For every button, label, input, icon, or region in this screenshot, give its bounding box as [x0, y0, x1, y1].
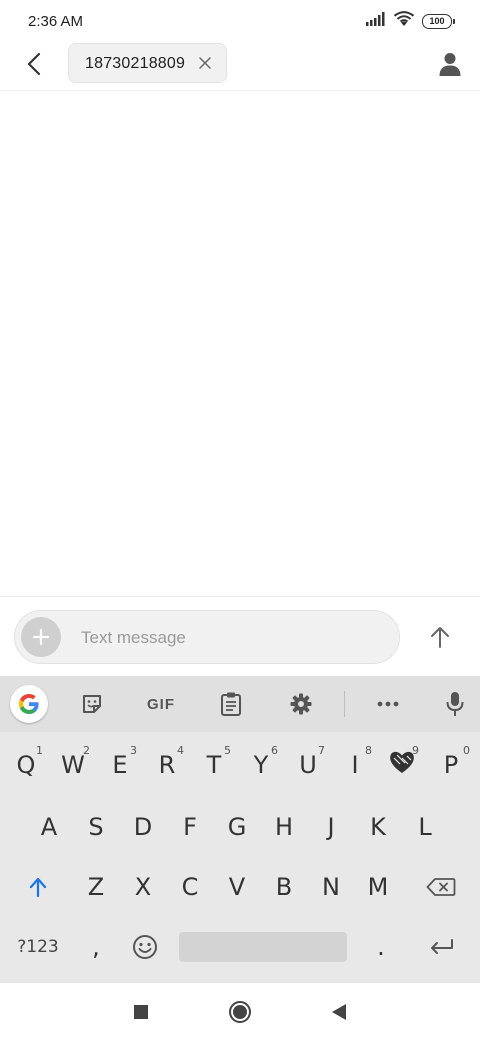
toolbar-divider: [344, 691, 345, 717]
microphone-icon: [446, 692, 464, 716]
key-w[interactable]: W 2: [50, 740, 96, 790]
key-f[interactable]: F: [167, 802, 213, 852]
battery-icon: 100: [422, 13, 455, 29]
home-button[interactable]: [225, 997, 255, 1027]
comma-key[interactable]: ,: [73, 922, 119, 972]
key-z[interactable]: Z: [73, 862, 119, 912]
keyboard: GIF Q 1 W 2 E 3 R 4 T 5 Y 6 U 7 I 8 9 P …: [0, 676, 480, 982]
signal-icon: [366, 11, 386, 31]
more-icon: [377, 701, 399, 707]
period-key[interactable]: .: [358, 922, 404, 972]
message-input[interactable]: [79, 625, 383, 651]
recipient-number: 18730218809: [85, 55, 186, 72]
key-t[interactable]: T 5: [191, 740, 237, 790]
sticker-button[interactable]: [74, 686, 110, 722]
key-h[interactable]: H: [261, 802, 307, 852]
clipboard-button[interactable]: [213, 686, 249, 722]
sticker-icon: [83, 695, 101, 713]
backspace-icon: [426, 878, 456, 896]
chevron-left-icon: [27, 52, 41, 76]
spacebar[interactable]: [179, 932, 347, 962]
key-c[interactable]: C: [167, 862, 213, 912]
send-button[interactable]: [420, 617, 460, 657]
status-time: 2:36 AM: [28, 13, 84, 30]
emoji-key[interactable]: [120, 922, 170, 972]
key-e[interactable]: E 3: [97, 740, 143, 790]
key-m[interactable]: M: [355, 862, 401, 912]
enter-key[interactable]: [408, 922, 476, 972]
attach-button[interactable]: [21, 617, 61, 657]
wifi-icon: [393, 10, 415, 32]
conversation-header: 18730218809: [0, 40, 480, 91]
key-v[interactable]: V: [214, 862, 260, 912]
key-y[interactable]: Y 6: [238, 740, 284, 790]
key-i[interactable]: I 8: [332, 740, 378, 790]
key-x[interactable]: X: [120, 862, 166, 912]
key-k[interactable]: K: [355, 802, 401, 852]
enter-icon: [431, 939, 453, 954]
key-a[interactable]: A: [26, 802, 72, 852]
back-button[interactable]: [18, 48, 50, 80]
close-icon: [199, 57, 211, 69]
google-icon: [19, 694, 39, 714]
key-p[interactable]: P 0: [426, 740, 476, 790]
composer-bar: [0, 596, 480, 677]
key-l[interactable]: L: [402, 802, 448, 852]
backspace-key[interactable]: [406, 862, 476, 912]
status-bar: 2:36 AM 100: [0, 0, 480, 40]
settings-button[interactable]: [283, 686, 319, 722]
gif-icon: GIF: [147, 695, 175, 713]
back-nav-button[interactable]: [324, 997, 354, 1027]
shift-key[interactable]: [4, 862, 72, 912]
key-o[interactable]: 9: [379, 740, 425, 790]
system-navigation-bar: [0, 982, 480, 1041]
recents-button[interactable]: [126, 997, 156, 1027]
emoji-icon: [133, 935, 157, 959]
home-circle-icon: [229, 1001, 251, 1023]
person-icon: [439, 53, 461, 76]
key-j[interactable]: J: [308, 802, 354, 852]
remove-recipient-button[interactable]: [198, 56, 212, 70]
key-n[interactable]: N: [308, 862, 354, 912]
plus-icon: [32, 628, 50, 646]
keyboard-toolbar: GIF: [0, 676, 480, 732]
compose-box: [14, 610, 400, 664]
gear-icon: [290, 693, 312, 715]
key-r[interactable]: R 4: [144, 740, 190, 790]
key-g[interactable]: G: [214, 802, 260, 852]
status-icons: 100: [366, 10, 455, 32]
key-q[interactable]: Q 1: [3, 740, 49, 790]
key-u[interactable]: U 7: [285, 740, 331, 790]
gif-button[interactable]: GIF: [141, 686, 181, 722]
google-button[interactable]: [10, 685, 48, 723]
more-button[interactable]: [370, 686, 406, 722]
key-b[interactable]: B: [261, 862, 307, 912]
key-d[interactable]: D: [120, 802, 166, 852]
message-list: [0, 91, 480, 596]
square-icon: [134, 1005, 148, 1019]
triangle-back-icon: [332, 1004, 346, 1020]
key-s[interactable]: S: [73, 802, 119, 852]
voice-input-button[interactable]: [437, 686, 473, 722]
shift-arrow-icon: [29, 877, 47, 898]
contact-button[interactable]: [434, 48, 466, 80]
arrow-up-icon: [431, 627, 449, 648]
symbols-key[interactable]: ?123: [4, 922, 72, 972]
clipboard-icon: [221, 692, 241, 716]
recipient-chip[interactable]: 18730218809: [68, 43, 227, 83]
